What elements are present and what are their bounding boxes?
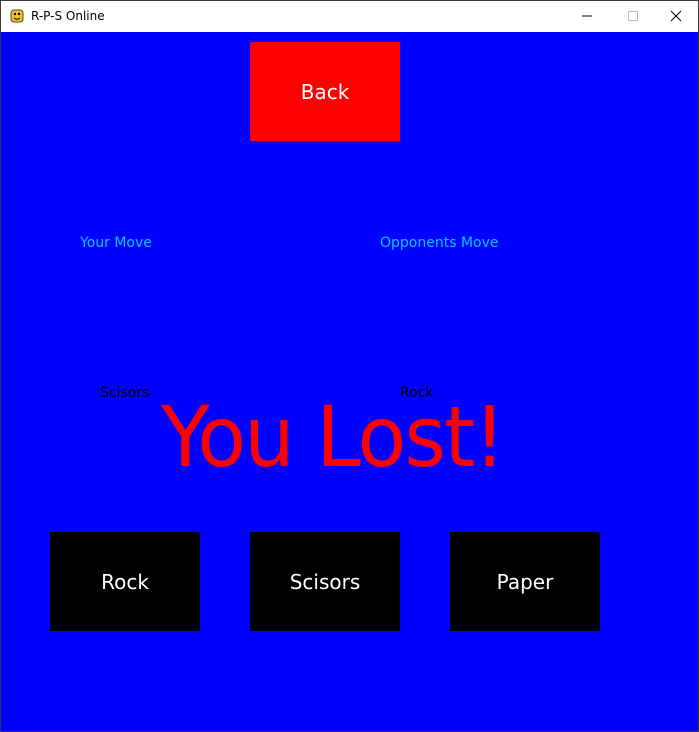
- rock-button[interactable]: Rock: [50, 532, 200, 631]
- paper-button[interactable]: Paper: [450, 532, 600, 631]
- maximize-icon: [627, 7, 639, 26]
- window-title: R-P-S Online: [31, 9, 105, 23]
- minimize-button[interactable]: [564, 1, 610, 31]
- python-snake-icon: [9, 8, 25, 24]
- your-move-value: Scisors: [100, 385, 150, 401]
- close-button[interactable]: [653, 1, 699, 31]
- your-move-label: Your Move: [80, 235, 152, 251]
- title-bar[interactable]: R-P-S Online: [1, 1, 698, 31]
- scisors-button[interactable]: Scisors: [250, 532, 400, 631]
- back-button[interactable]: Back: [250, 42, 400, 141]
- result-text: You Lost!: [161, 388, 505, 486]
- maximize-button[interactable]: [610, 1, 656, 31]
- close-icon: [670, 7, 682, 26]
- app-window: R-P-S Online Back Your Move Opponents Mo…: [0, 0, 699, 732]
- minimize-icon: [581, 7, 593, 26]
- game-canvas: Back Your Move Opponents Move Scisors Ro…: [1, 32, 698, 731]
- opponent-move-label: Opponents Move: [380, 235, 499, 251]
